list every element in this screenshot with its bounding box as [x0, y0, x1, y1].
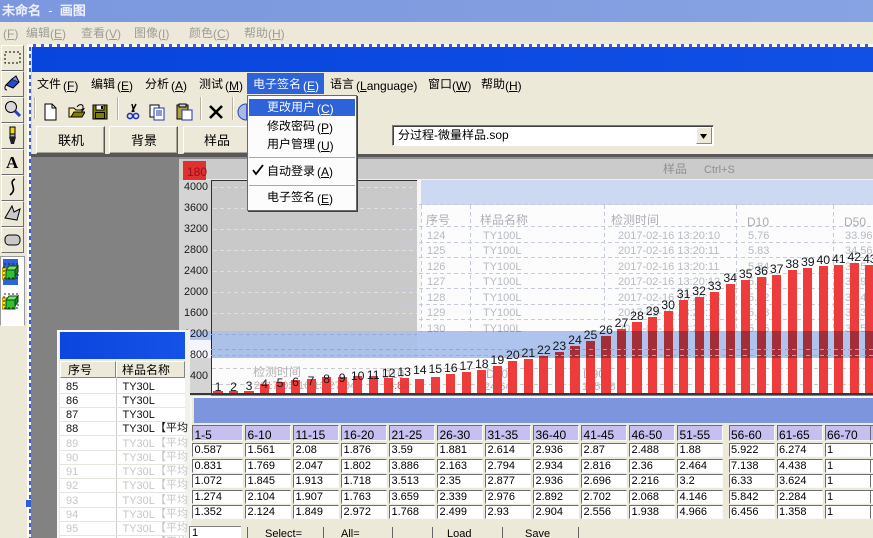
svg-text:A: A [6, 153, 19, 172]
svg-text:-: - [434, 128, 438, 142]
svg-text:.sop: .sop [486, 128, 509, 142]
svg-text:-: - [41, 3, 60, 18]
